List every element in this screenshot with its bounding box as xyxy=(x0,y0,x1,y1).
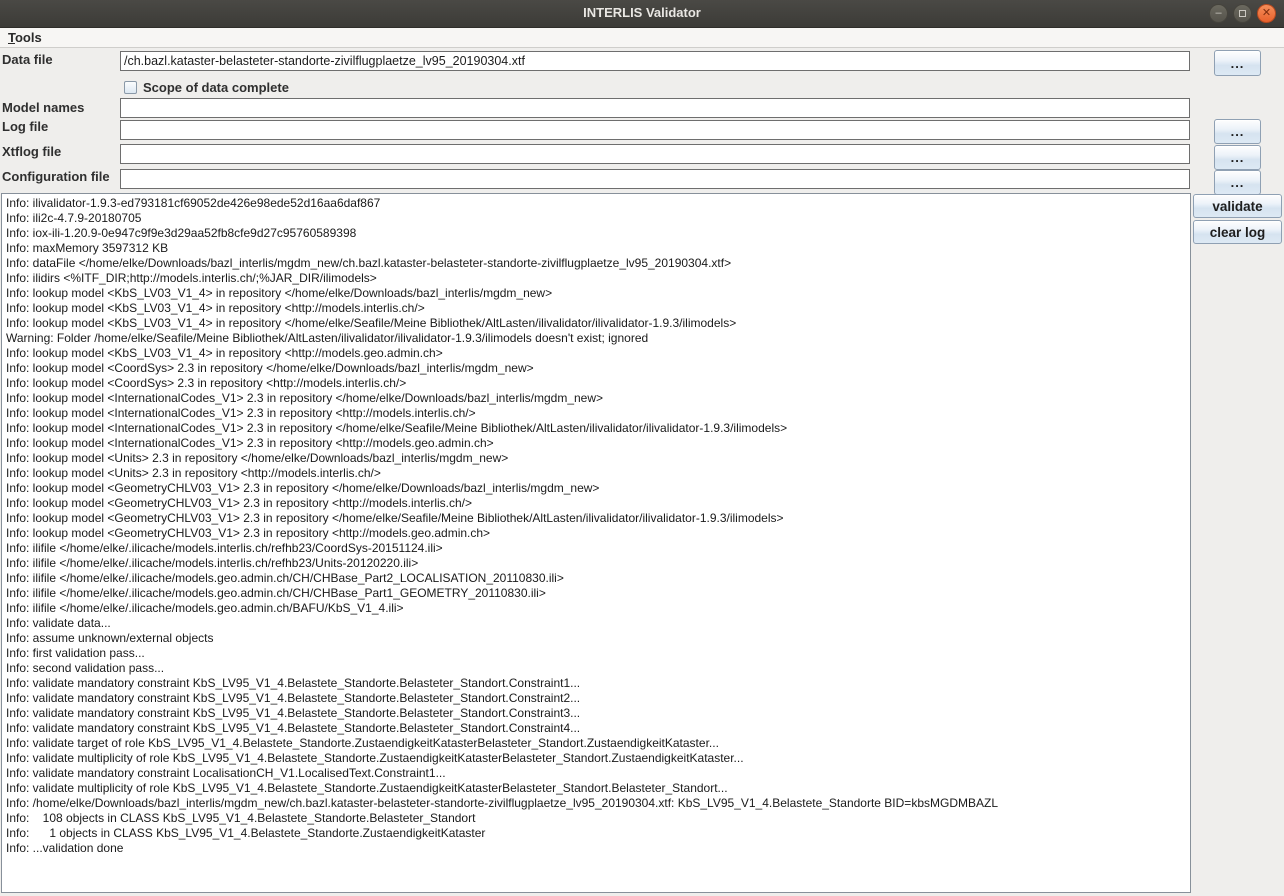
log-line: Info: assume unknown/external objects xyxy=(6,631,1190,646)
log-line: Info: 1 objects in CLASS KbS_LV95_V1_4.B… xyxy=(6,826,1190,841)
log-line: Warning: Folder /home/elke/Seafile/Meine… xyxy=(6,331,1190,346)
menu-bar: Tools xyxy=(0,28,1284,48)
log-line: Info: validate mandatory constraint KbS_… xyxy=(6,676,1190,691)
xtflog-file-browse-button[interactable]: ... xyxy=(1214,145,1261,170)
close-icon[interactable]: ✕ xyxy=(1257,4,1276,23)
model-names-label: Model names xyxy=(2,100,84,115)
data-file-label: Data file xyxy=(2,52,53,67)
log-line: Info: lookup model <GeometryCHLV03_V1> 2… xyxy=(6,526,1190,541)
minimize-icon[interactable]: – xyxy=(1209,4,1228,23)
log-line: Info: 108 objects in CLASS KbS_LV95_V1_4… xyxy=(6,811,1190,826)
log-line: Info: ili2c-4.7.9-20180705 xyxy=(6,211,1190,226)
log-panel[interactable]: Info: ilivalidator-1.9.3-ed793181cf69052… xyxy=(1,193,1191,893)
log-line: Info: lookup model <GeometryCHLV03_V1> 2… xyxy=(6,481,1190,496)
log-line: Info: /home/elke/Downloads/bazl_interlis… xyxy=(6,796,1190,811)
log-line: Info: iox-ili-1.20.9-0e947c9f9e3d29aa52f… xyxy=(6,226,1190,241)
log-file-input[interactable] xyxy=(120,120,1190,140)
model-names-input[interactable] xyxy=(120,98,1190,118)
interlis-validator-window: { "window": { "title": "INTERLIS Validat… xyxy=(0,0,1284,896)
log-line: Info: lookup model <KbS_LV03_V1_4> in re… xyxy=(6,286,1190,301)
window-title: INTERLIS Validator xyxy=(0,5,1284,20)
scope-checkbox[interactable] xyxy=(124,81,137,94)
maximize-glyph xyxy=(1239,10,1246,17)
log-line: Info: lookup model <CoordSys> 2.3 in rep… xyxy=(6,361,1190,376)
maximize-icon[interactable] xyxy=(1233,4,1252,23)
configuration-file-browse-button[interactable]: ... xyxy=(1214,170,1261,195)
log-line: Info: validate mandatory constraint Loca… xyxy=(6,766,1190,781)
clear-log-button[interactable]: clear log xyxy=(1193,220,1282,244)
log-line: Info: validate target of role KbS_LV95_V… xyxy=(6,736,1190,751)
log-line: Info: lookup model <InternationalCodes_V… xyxy=(6,406,1190,421)
log-line: Info: ilidirs <%ITF_DIR;http://models.in… xyxy=(6,271,1190,286)
log-line: Info: lookup model <KbS_LV03_V1_4> in re… xyxy=(6,316,1190,331)
log-line: Info: lookup model <InternationalCodes_V… xyxy=(6,391,1190,406)
log-line: Info: validate mandatory constraint KbS_… xyxy=(6,721,1190,736)
log-line: Info: maxMemory 3597312 KB xyxy=(6,241,1190,256)
log-line: Info: lookup model <GeometryCHLV03_V1> 2… xyxy=(6,511,1190,526)
log-line: Info: dataFile </home/elke/Downloads/baz… xyxy=(6,256,1190,271)
validate-button[interactable]: validate xyxy=(1193,194,1282,218)
configuration-file-input[interactable] xyxy=(120,169,1190,189)
log-line: Info: lookup model <CoordSys> 2.3 in rep… xyxy=(6,376,1190,391)
data-file-input[interactable] xyxy=(120,51,1190,71)
log-line: Info: ilivalidator-1.9.3-ed793181cf69052… xyxy=(6,196,1190,211)
log-line: Info: lookup model <KbS_LV03_V1_4> in re… xyxy=(6,301,1190,316)
log-line: Info: lookup model <Units> 2.3 in reposi… xyxy=(6,466,1190,481)
log-line: Info: validate mandatory constraint KbS_… xyxy=(6,706,1190,721)
log-file-browse-button[interactable]: ... xyxy=(1214,119,1261,144)
log-line: Info: lookup model <GeometryCHLV03_V1> 2… xyxy=(6,496,1190,511)
xtflog-file-input[interactable] xyxy=(120,144,1190,164)
log-line: Info: lookup model <InternationalCodes_V… xyxy=(6,436,1190,451)
log-output: Info: ilivalidator-1.9.3-ed793181cf69052… xyxy=(2,194,1190,856)
xtflog-file-label: Xtflog file xyxy=(2,144,61,159)
log-line: Info: validate data... xyxy=(6,616,1190,631)
log-line: Info: first validation pass... xyxy=(6,646,1190,661)
log-line: Info: ilifile </home/elke/.ilicache/mode… xyxy=(6,541,1190,556)
log-line: Info: lookup model <KbS_LV03_V1_4> in re… xyxy=(6,346,1190,361)
configuration-file-label: Configuration file xyxy=(2,169,110,184)
window-controls: – ✕ xyxy=(1209,4,1276,23)
log-line: Info: lookup model <Units> 2.3 in reposi… xyxy=(6,451,1190,466)
data-file-browse-button[interactable]: ... xyxy=(1214,50,1261,76)
log-line: Info: ilifile </home/elke/.ilicache/mode… xyxy=(6,601,1190,616)
scope-checkbox-label: Scope of data complete xyxy=(143,80,289,95)
log-file-label: Log file xyxy=(2,119,48,134)
log-line: Info: validate multiplicity of role KbS_… xyxy=(6,781,1190,796)
log-line: Info: ilifile </home/elke/.ilicache/mode… xyxy=(6,586,1190,601)
log-line: Info: ilifile </home/elke/.ilicache/mode… xyxy=(6,571,1190,586)
title-bar: INTERLIS Validator – ✕ xyxy=(0,0,1284,28)
menu-tools[interactable]: Tools xyxy=(0,28,50,45)
log-line: Info: ...validation done xyxy=(6,841,1190,856)
log-line: Info: lookup model <InternationalCodes_V… xyxy=(6,421,1190,436)
log-line: Info: validate multiplicity of role KbS_… xyxy=(6,751,1190,766)
log-line: Info: ilifile </home/elke/.ilicache/mode… xyxy=(6,556,1190,571)
log-line: Info: second validation pass... xyxy=(6,661,1190,676)
log-line: Info: validate mandatory constraint KbS_… xyxy=(6,691,1190,706)
